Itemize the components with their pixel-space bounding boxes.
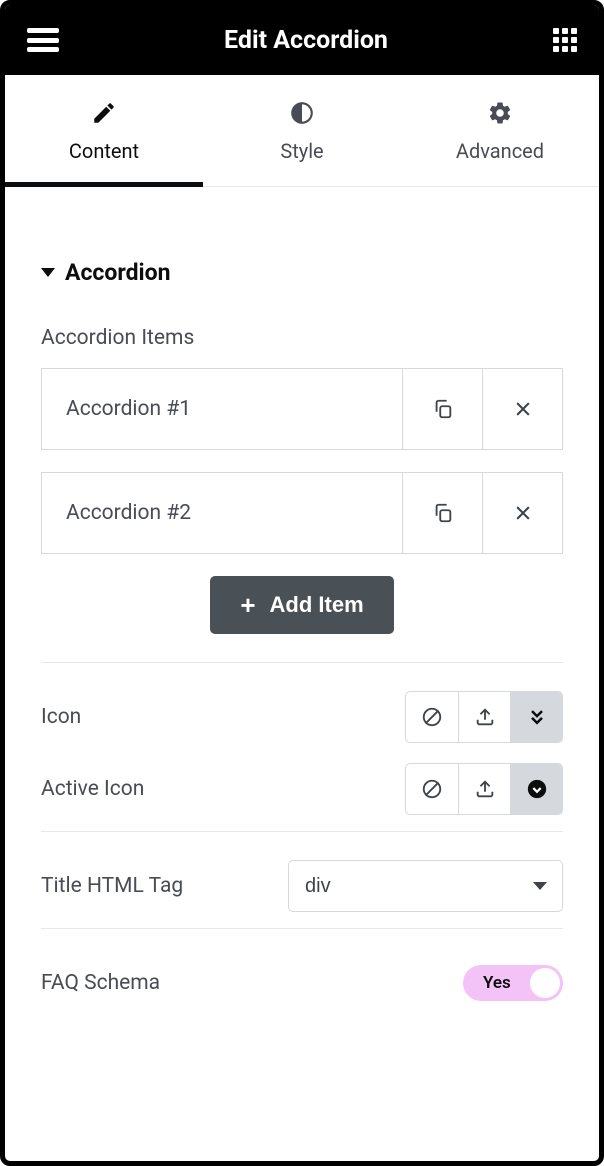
html-tag-select[interactable] [288, 860, 563, 912]
field-label-active-icon: Active Icon [41, 777, 144, 801]
section-toggle-accordion[interactable]: Accordion [41, 259, 563, 286]
field-label-html-tag: Title HTML Tag [41, 874, 183, 898]
arrow-circle-down-icon [526, 778, 548, 800]
icon-choice-none[interactable] [406, 764, 458, 814]
tab-style[interactable]: Style [203, 75, 401, 186]
switch-label: Yes [483, 973, 511, 993]
tab-advanced[interactable]: Advanced [401, 75, 599, 186]
tab-label: Advanced [456, 139, 544, 163]
panel-content: Accordion Accordion Items Accordion #1 A… [5, 187, 599, 1161]
repeater-item-title[interactable]: Accordion #1 [42, 369, 402, 449]
duplicate-button[interactable] [402, 473, 482, 553]
copy-icon [432, 398, 454, 420]
tabs: Content Style Advanced [5, 75, 599, 187]
icon-choice-upload[interactable] [458, 764, 510, 814]
tab-label: Content [69, 139, 139, 163]
field-label-faq-schema: FAQ Schema [41, 971, 160, 995]
close-icon [513, 399, 533, 419]
control-faq-schema: FAQ Schema Yes [41, 953, 563, 1013]
faq-schema-switch[interactable]: Yes [463, 965, 563, 1001]
tab-content[interactable]: Content [5, 75, 203, 186]
plus-icon: + [240, 592, 255, 618]
divider [41, 662, 563, 663]
contrast-icon [288, 99, 316, 127]
icon-choice-group [405, 691, 563, 743]
section-title: Accordion [65, 259, 171, 286]
control-html-tag: Title HTML Tag [41, 856, 563, 916]
add-item-button[interactable]: + Add Item [210, 576, 393, 634]
none-icon [421, 706, 443, 728]
icon-choice-none[interactable] [406, 692, 458, 742]
upload-icon [474, 778, 496, 800]
header: Edit Accordion [5, 5, 599, 75]
icon-choice-group [405, 763, 563, 815]
apps-grid-icon[interactable] [553, 28, 577, 52]
delete-button[interactable] [482, 369, 562, 449]
switch-knob [530, 968, 560, 998]
control-icon: Icon [41, 687, 563, 747]
pencil-icon [90, 99, 118, 127]
close-icon [513, 503, 533, 523]
caret-down-icon [41, 268, 55, 277]
duplicate-button[interactable] [402, 369, 482, 449]
delete-button[interactable] [482, 473, 562, 553]
icon-choice-upload[interactable] [458, 692, 510, 742]
divider [41, 928, 563, 929]
repeater-item-title[interactable]: Accordion #2 [42, 473, 402, 553]
page-title: Edit Accordion [224, 26, 388, 55]
field-label-accordion-items: Accordion Items [41, 326, 563, 350]
none-icon [421, 778, 443, 800]
upload-icon [474, 706, 496, 728]
repeater-item: Accordion #2 [41, 472, 563, 554]
tab-label: Style [280, 139, 323, 163]
control-active-icon: Active Icon [41, 759, 563, 819]
repeater-item: Accordion #1 [41, 368, 563, 450]
icon-choice-circle-down[interactable] [510, 764, 562, 814]
field-label-icon: Icon [41, 705, 81, 729]
menu-icon[interactable] [27, 28, 59, 52]
gear-icon [486, 99, 514, 127]
icon-choice-chevrons[interactable] [510, 692, 562, 742]
add-item-label: Add Item [270, 592, 364, 618]
chevrons-down-icon [527, 707, 547, 727]
copy-icon [432, 502, 454, 524]
divider [41, 831, 563, 832]
